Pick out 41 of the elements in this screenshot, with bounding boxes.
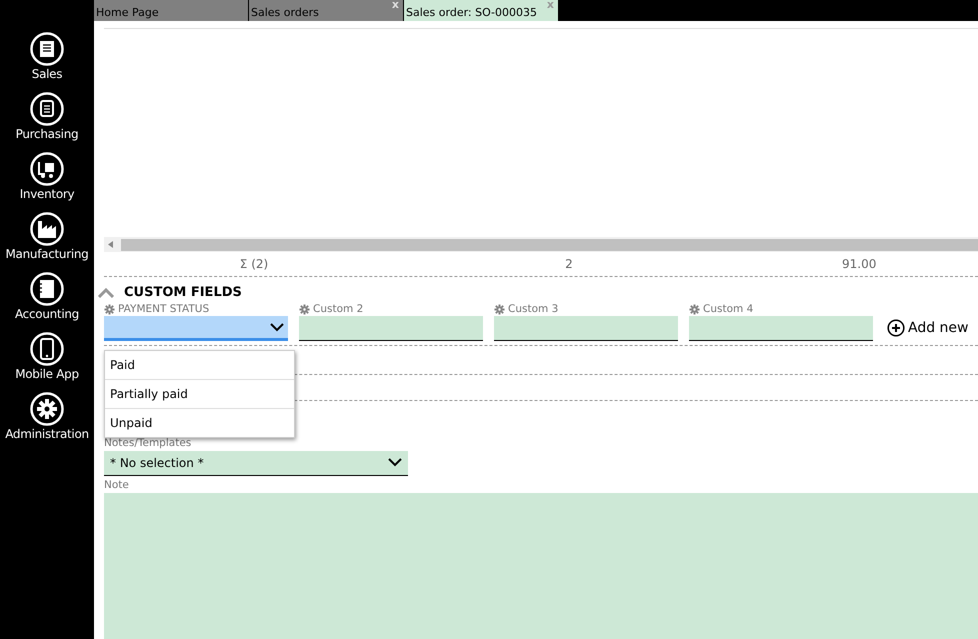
dropdown-option[interactable]: Unpaid xyxy=(105,409,294,437)
phone-icon[interactable] xyxy=(30,332,64,366)
custom-field-input[interactable] xyxy=(494,316,678,342)
sidebar-item[interactable]: Manufacturing xyxy=(6,247,88,261)
field-label: Notes/Templates xyxy=(104,436,192,449)
notebook-icon[interactable] xyxy=(30,272,64,306)
scroll-left-icon[interactable] xyxy=(108,241,113,248)
tab[interactable]: Sales orders x xyxy=(249,0,404,22)
tab[interactable]: Sales order: SO-000035 x xyxy=(404,0,559,22)
add-new-button[interactable]: Add new xyxy=(887,319,968,338)
field-label: Note xyxy=(104,478,130,491)
templates-dropdown[interactable]: * No selection * xyxy=(104,450,408,476)
field-label: Custom 2 xyxy=(313,303,364,316)
summary-cell-text: Σ (2) xyxy=(238,257,270,272)
section-title: CUSTOM FIELDS xyxy=(124,285,242,300)
doc-icon[interactable] xyxy=(30,32,64,66)
sidebar-item[interactable]: Administration xyxy=(5,427,89,441)
chevron-up-icon[interactable] xyxy=(98,288,114,298)
forklift-icon[interactable] xyxy=(30,152,64,186)
chevron-down-icon xyxy=(388,458,402,468)
field-label: Custom 3 xyxy=(508,303,558,316)
chevron-down-icon xyxy=(270,322,284,332)
factory-icon[interactable] xyxy=(30,212,64,246)
sidebar-item[interactable]: Accounting xyxy=(14,307,79,321)
horizontal-scrollbar[interactable] xyxy=(104,236,978,252)
summary-cell-text: 2 xyxy=(564,257,574,272)
summary-cell-text: 91.00 xyxy=(841,257,878,272)
custom-field-input[interactable] xyxy=(299,316,483,342)
custom-field-input[interactable] xyxy=(689,316,873,342)
sidebar-item[interactable]: Mobile App xyxy=(15,367,79,381)
plus-icon xyxy=(887,319,905,338)
tab[interactable]: Home Page xyxy=(94,0,249,22)
sidebar-item[interactable]: Sales xyxy=(32,67,62,81)
field-label: PAYMENT STATUS xyxy=(118,303,210,316)
dropdown-option[interactable]: Paid xyxy=(105,351,294,380)
sidebar-item[interactable]: Purchasing xyxy=(16,127,78,141)
field-label: Custom 4 xyxy=(703,303,754,316)
dropdown-option[interactable]: Partially paid xyxy=(105,380,294,409)
sidebar-item[interactable]: Inventory xyxy=(20,187,74,201)
note-field[interactable] xyxy=(104,492,978,639)
scroll-icon[interactable] xyxy=(30,92,64,126)
